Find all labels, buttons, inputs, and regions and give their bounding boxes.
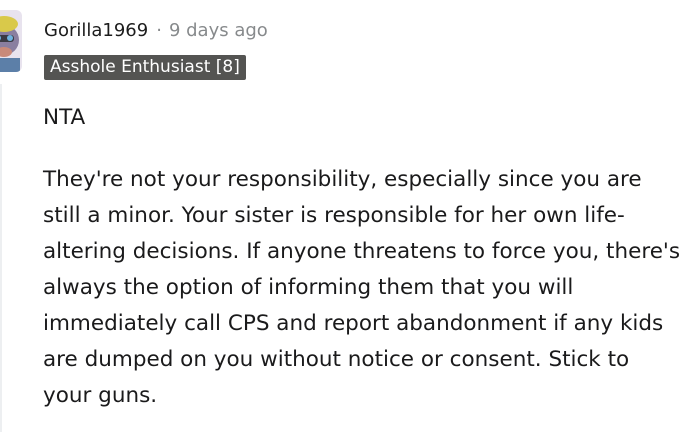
comment-paragraph-main: They're not your responsibility, especia…: [43, 167, 681, 408]
comment-paragraph-verdict: NTA: [43, 105, 86, 130]
username-link[interactable]: Gorilla1969: [44, 20, 148, 41]
thread-line[interactable]: [0, 84, 2, 432]
comment-body: NTA They're not your responsibility, esp…: [43, 100, 683, 414]
timestamp-link[interactable]: 9 days ago: [169, 20, 268, 41]
avatar-image: [0, 10, 22, 72]
avatar[interactable]: [0, 10, 22, 72]
meta-separator: ·: [156, 19, 162, 41]
user-flair: Asshole Enthusiast [8]: [44, 55, 246, 80]
comment-meta: Gorilla1969 · 9 days ago: [44, 17, 268, 43]
